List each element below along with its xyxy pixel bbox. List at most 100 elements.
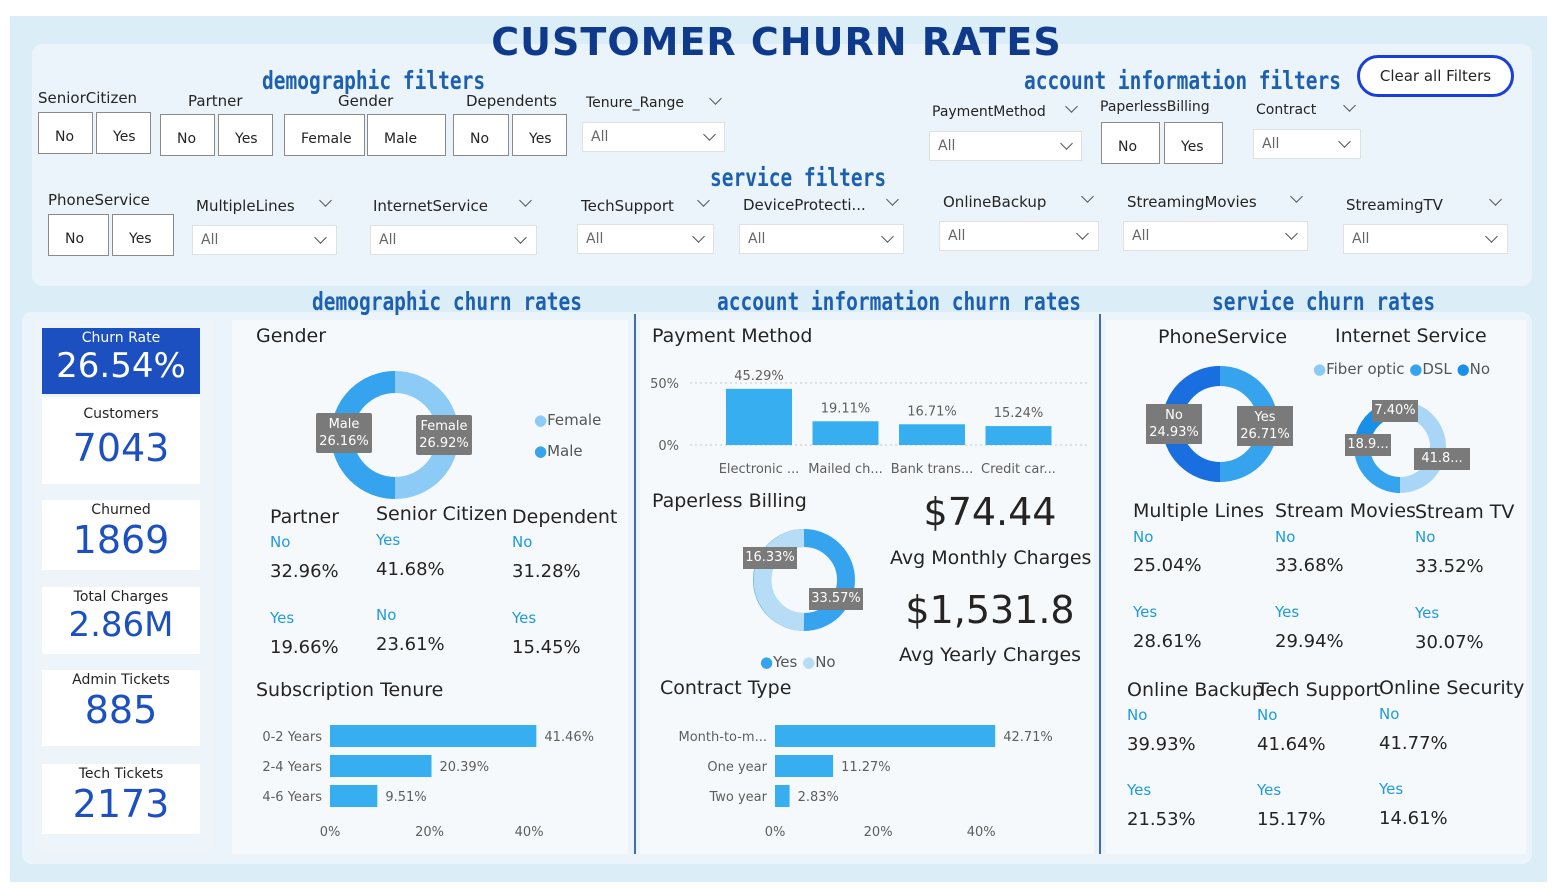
service-filters-heading: service filters [710,163,887,192]
kpi-tech-tickets: Tech Tickets 2173 [42,764,200,834]
bar[interactable] [330,755,432,777]
contract-chart-title: Contract Type [660,677,792,699]
onlinesecurity-stat-label-1: No [1379,705,1400,723]
demographic-rates-heading: demographic churn rates [312,287,583,316]
bar-category-label: One year [707,760,767,775]
tenure-bar-chart: 0-2 Years 41.46% 2-4 Years 20.39% 4-6 Years 9… [262,725,594,840]
internet-legend: ●Fiber optic ●DSL ●No [1313,360,1490,378]
paperless-yes-data-label: 33.57% [809,588,863,610]
legend-dot-icon: ● [802,653,816,671]
techsupport-filter-label: TechSupport [581,197,674,215]
internet-chart-title: Internet Service [1335,325,1487,347]
dependent-stat-label-2: Yes [512,609,537,627]
bar[interactable] [775,725,996,747]
gender-female-data-label: Female 26.92% [416,415,472,455]
gender-male-label: Male [328,417,360,432]
tenure-dropdown[interactable]: All [582,122,725,152]
techsupport-stat-label-2: Yes [1257,781,1282,799]
movies-dropdown-value: All [1132,228,1150,244]
multiplelines-dropdown[interactable]: All [192,225,337,255]
bar-category-label: 2-4 Years [262,760,322,775]
dependent-stat-value-2: 15.45% [512,637,581,658]
dependents-filter-label: Dependents [466,92,557,110]
dependents-no-tile[interactable]: No [453,114,509,156]
streammovies-stat-label-2: Yes [1275,603,1300,621]
payment-bar-chart: 50% 0% 45.29% Electronic ... 19.11% Mailed ch… [650,369,1090,477]
gender-legend-female: ●Female [534,411,601,429]
onlinebackup-stat-value-1: 39.93% [1127,734,1196,755]
legend-dot-icon: ● [534,442,548,460]
internet-dropdown-value: All [379,232,397,248]
bar-category-label: Bank trans... [891,462,974,477]
kpi-customers: Customers 7043 [42,397,200,484]
bar[interactable] [812,421,879,445]
bar-value-label: 45.29% [734,369,784,384]
bar-value-label: 20.39% [439,760,489,775]
phone-no-tile[interactable]: No [48,214,109,256]
device-dropdown[interactable]: All [739,224,904,254]
kpi-churned: Churned 1869 [42,500,200,570]
backup-dropdown[interactable]: All [939,221,1099,251]
streamtv-stat-title: Stream TV [1415,501,1515,523]
phone-yes-data-label: Yes 26.71% [1237,406,1293,446]
avg-yearly-label: Avg Yearly Charges [898,644,1082,666]
bar[interactable] [985,426,1052,445]
legend-dot-icon: ● [1313,360,1327,378]
backup-dropdown-value: All [948,228,966,244]
bar-category-label: Mailed ch... [808,462,883,477]
service-rates-heading: service churn rates [1212,287,1436,316]
techsupport-dropdown[interactable]: All [577,224,714,254]
bar-value-label: 2.83% [798,790,839,805]
gender-female-label: Female [420,419,468,434]
bar[interactable] [775,785,790,807]
tv-dropdown[interactable]: All [1343,224,1508,254]
internet-legend-fiber: Fiber optic [1326,360,1405,378]
senior-stat-title: Senior Citizen [376,503,508,525]
bar[interactable] [775,755,834,777]
section-divider [634,314,636,854]
bar[interactable] [330,785,378,807]
payment-dropdown[interactable]: All [929,131,1082,161]
kpi-churn-rate-label: Churn Rate [81,330,161,346]
tv-filter-label: StreamingTV [1346,196,1443,214]
bar-value-label: 11.27% [841,760,891,775]
dependents-yes-tile[interactable]: Yes [512,114,567,156]
internet-dropdown[interactable]: All [370,225,537,255]
clear-filters-button[interactable]: Clear all Filters [1357,55,1514,97]
senior-stat-value-1: 41.68% [376,559,445,580]
axis-tick-label: 40% [967,825,996,840]
paperless-filter-label: PaperlessBilling [1100,99,1210,115]
partner-yes-tile[interactable]: Yes [218,114,273,156]
phone-chart-title: PhoneService [1158,326,1288,348]
gender-female-tile[interactable]: Female [284,114,365,156]
phone-yes-tile[interactable]: Yes [112,214,174,256]
bar[interactable] [330,725,537,747]
axis-tick-label: 40% [515,825,544,840]
bar-category-label: Two year [708,790,767,805]
senior-no-tile[interactable]: No [38,112,93,154]
partner-stat-value-2: 19.66% [270,637,339,658]
avg-yearly-value: $1,531.8 [905,588,1075,632]
partner-filter-label: Partner [188,92,243,110]
partner-no-tile[interactable]: No [160,114,215,156]
legend-dot-icon: ● [1456,360,1470,378]
paperless-no-tile[interactable]: No [1101,122,1160,164]
backup-filter-label: OnlineBackup [943,193,1047,211]
internet-legend-dsl: DSL [1422,360,1452,378]
bar-category-label: Credit car... [981,462,1056,477]
movies-dropdown[interactable]: All [1123,221,1308,251]
gender-filter-label: Gender [338,92,394,110]
techsupport-stat-value-2: 15.17% [1257,809,1326,830]
payment-dropdown-value: All [938,138,956,154]
senior-stat-label-2: No [376,606,397,624]
bar-value-label: 15.24% [994,406,1044,421]
kpi-total-charges-value: 2.86M [68,605,174,645]
senior-yes-tile[interactable]: Yes [96,112,151,154]
bar[interactable] [726,388,792,445]
paperless-yes-tile[interactable]: Yes [1164,122,1223,164]
account-rates-heading: account information churn rates [717,287,1081,316]
gender-male-tile[interactable]: Male [367,114,446,156]
streamtv-stat-label-1: No [1415,528,1436,546]
gender-male-data-label: Male 26.16% [316,413,372,453]
bar[interactable] [899,424,965,445]
